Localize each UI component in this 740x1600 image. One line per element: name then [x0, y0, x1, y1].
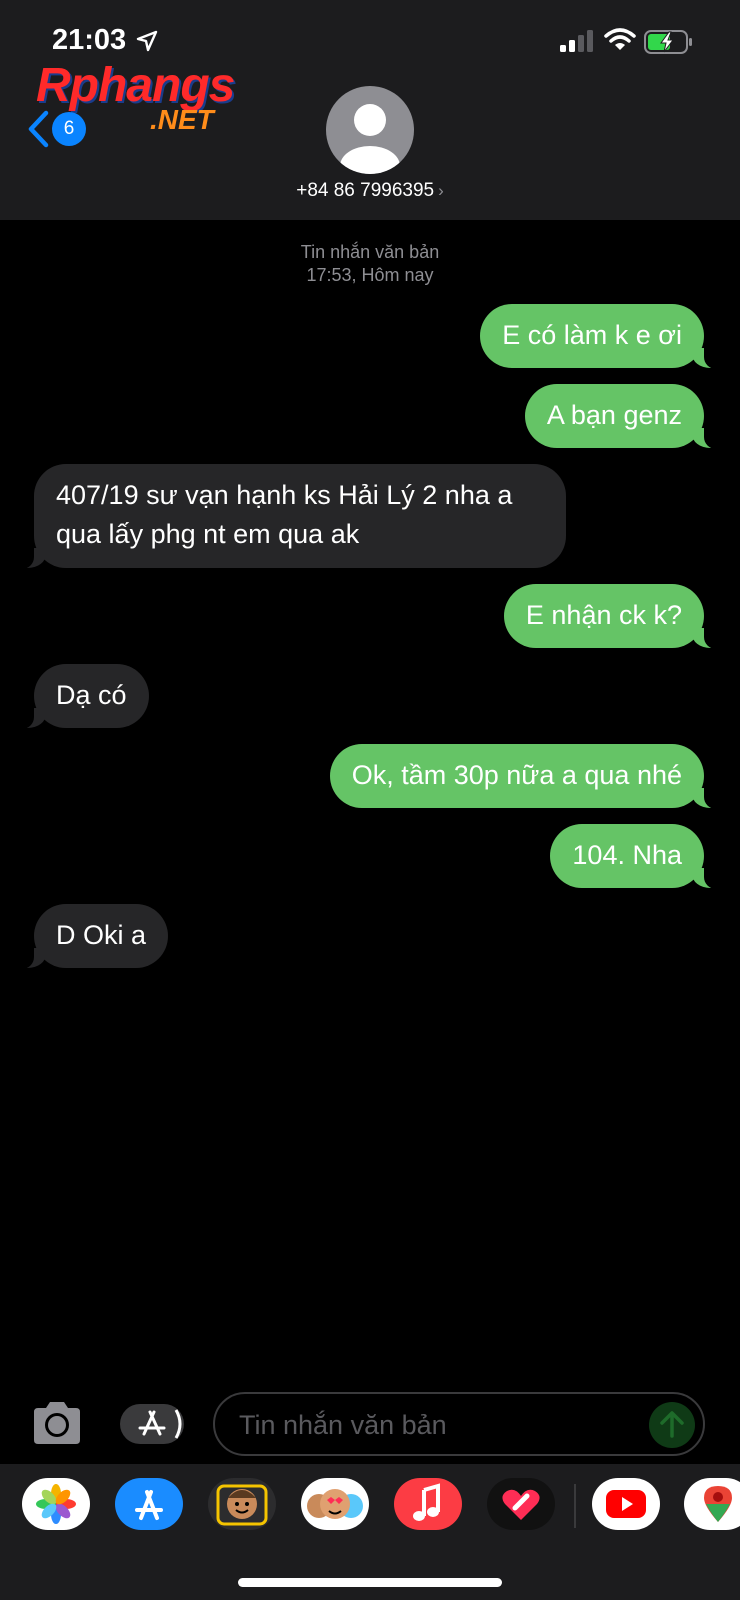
watermark-sub: .NET: [150, 104, 214, 135]
send-button[interactable]: [649, 1402, 695, 1448]
sent-message-bubble[interactable]: A bạn genz: [524, 384, 727, 449]
contact-avatar[interactable]: [326, 86, 414, 174]
sent-message-bubble[interactable]: E có làm k e ơi: [480, 304, 726, 369]
google-maps-icon[interactable]: [684, 1478, 740, 1530]
received-message-bubble[interactable]: D Oki a: [11, 904, 169, 969]
sent-message-bubble[interactable]: Ok, tầm 30p nữa a qua nhé: [329, 744, 727, 809]
status-time: 21:03: [52, 24, 127, 56]
home-indicator[interactable]: [238, 1578, 502, 1587]
camera-button[interactable]: [30, 1400, 84, 1446]
chevron-left-icon: [28, 110, 49, 148]
chevron-right-icon: ›: [438, 181, 444, 200]
back-button[interactable]: 6: [26, 108, 96, 150]
app-store-icon[interactable]: [115, 1478, 183, 1530]
app-store-small-icon: [138, 1409, 182, 1439]
drawer-divider: [574, 1484, 576, 1528]
contact-name-button[interactable]: +84 86 7996395 ›: [0, 180, 740, 202]
sent-message-bubble[interactable]: E nhận ck k?: [503, 584, 727, 649]
digital-touch-icon[interactable]: [487, 1478, 555, 1530]
wifi-icon: [604, 28, 636, 50]
message-input[interactable]: [237, 1406, 641, 1444]
cellular-signal-icon: [560, 30, 593, 52]
music-icon[interactable]: [394, 1478, 462, 1530]
message-timestamp: 17:53, Hôm nay: [306, 265, 434, 285]
received-message-bubble[interactable]: 407/19 sư vạn hạnh ks Hải Lý 2 nha a qua…: [12, 464, 566, 569]
sent-message-bubble[interactable]: 104. Nha: [550, 824, 726, 889]
camera-icon: [34, 1402, 80, 1444]
battery-charging-icon: [644, 30, 692, 54]
apps-button[interactable]: [120, 1404, 184, 1444]
conversation-header: 21:03 Rphangs .NET 6 +84 86 7996395 ›: [0, 0, 740, 220]
youtube-icon[interactable]: [592, 1478, 660, 1530]
received-message-bubble[interactable]: Dạ có: [12, 664, 149, 729]
memoji-stickers-icon[interactable]: [208, 1478, 276, 1530]
location-arrow-icon: [136, 30, 158, 52]
photos-icon[interactable]: [22, 1478, 90, 1530]
unread-count-badge: 6: [52, 112, 86, 146]
message-type-label: Tin nhắn văn bản: [300, 242, 440, 262]
person-silhouette-icon: [340, 104, 400, 174]
animoji-icon[interactable]: [301, 1478, 369, 1530]
message-input-field[interactable]: [213, 1392, 705, 1456]
contact-number: +84 86 7996395: [296, 180, 435, 201]
arrow-up-icon: [660, 1411, 684, 1438]
